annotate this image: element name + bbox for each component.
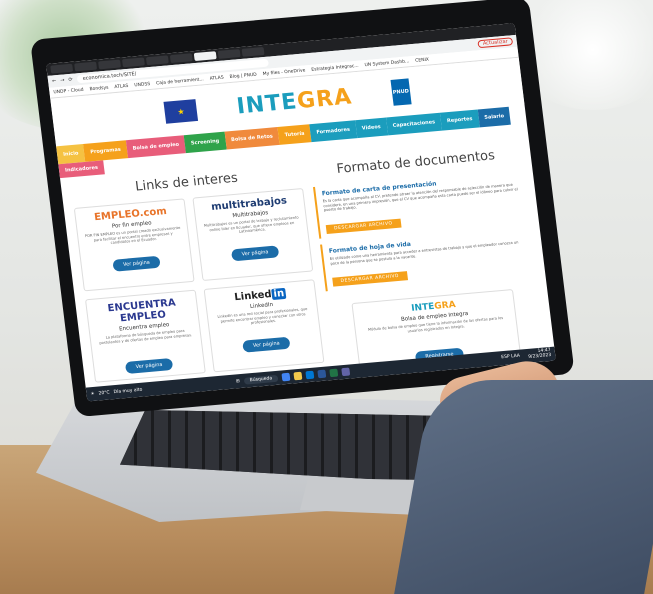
- taskbar-lang[interactable]: ESP LAA: [501, 353, 520, 361]
- ver-pagina-button[interactable]: Ver página: [125, 357, 174, 374]
- taskbar-search[interactable]: Búsqueda: [243, 374, 279, 385]
- browser-tab-active[interactable]: [193, 51, 217, 62]
- nav-item-tutor-a[interactable]: Tutoría: [277, 124, 312, 145]
- browser-tab[interactable]: [241, 46, 265, 57]
- update-button[interactable]: Actualizar: [477, 37, 514, 49]
- chrome-icon[interactable]: [281, 372, 291, 382]
- download-button[interactable]: DESCARGAR ARCHIVO: [332, 271, 408, 288]
- browser-tab[interactable]: [217, 49, 241, 59]
- bookmark-item[interactable]: Caja de herramient...: [156, 77, 204, 86]
- nav-item-videos[interactable]: Videos: [354, 117, 388, 139]
- download-button[interactable]: DESCARGAR ARCHIVO: [325, 218, 402, 235]
- laptop-screen: ← → ⟳ economica.tech/SITE/ Actualizar UN…: [46, 23, 556, 402]
- browser-tab[interactable]: [74, 61, 98, 72]
- eu-flag-icon: ★: [163, 99, 199, 124]
- documents-section: Formato de documentos Formato de carta d…: [310, 146, 545, 377]
- browser-tab[interactable]: [122, 57, 145, 68]
- weather-icon[interactable]: ☀: [90, 391, 95, 396]
- bookmark-item[interactable]: UN System Dashb...: [364, 59, 409, 68]
- excel-icon[interactable]: [329, 368, 339, 378]
- logo-main: INTE: [235, 88, 299, 119]
- bookmark-item[interactable]: UNDP - Cloud: [53, 87, 84, 95]
- weather-desc: Día muy alto: [113, 387, 143, 395]
- doc-resume: Formato de hoja de vida Es utilizado com…: [320, 226, 536, 292]
- link-card-multitrabajos: multitrabajos Multitrabajos Multitrabajo…: [192, 187, 314, 282]
- bookmark-item[interactable]: ATLAS: [209, 75, 224, 81]
- clock-date: 9/23/2023: [527, 352, 552, 360]
- link-card-porfinempleo: EMPLEO.com Por fin empleo POR FIN EMPLEO…: [73, 198, 195, 292]
- bookmark-item[interactable]: CENIX: [415, 57, 429, 63]
- weather-temp: 20°C: [98, 390, 110, 396]
- undp-label: PNUD: [392, 88, 410, 96]
- nav-item-programas[interactable]: Programas: [83, 140, 128, 162]
- browser-tab[interactable]: [98, 59, 121, 70]
- reload-icon[interactable]: ⟳: [68, 77, 73, 83]
- bookmark-item[interactable]: UNDSS: [134, 81, 150, 87]
- start-icon[interactable]: ⊞: [236, 379, 240, 384]
- nav-item-screening[interactable]: Screening: [183, 131, 227, 154]
- bolsa-logo-main: INTE: [410, 302, 436, 315]
- back-icon[interactable]: ←: [52, 78, 57, 84]
- nav-item-salario[interactable]: Salario: [477, 106, 512, 128]
- integra-logo[interactable]: INTEGRA: [235, 84, 353, 119]
- link-card-encuentraempleo: ENCUENTRA EMPLEO Encuentra empleo La pla…: [84, 289, 206, 383]
- bookmark-item[interactable]: Bondsys: [89, 85, 108, 92]
- taskbar-clock[interactable]: 14:47 9/23/2023: [527, 348, 552, 361]
- ver-pagina-button[interactable]: Ver página: [112, 255, 161, 272]
- links-section: Links de interes EMPLEO.com Por fin empl…: [71, 165, 326, 398]
- linkedin-badge: in: [270, 287, 287, 301]
- ver-pagina-button[interactable]: Ver página: [242, 336, 291, 353]
- linkedin-logo-text: Linked: [233, 289, 273, 304]
- forward-icon[interactable]: →: [60, 77, 65, 83]
- browser-tab[interactable]: [169, 53, 193, 64]
- teams-icon[interactable]: [341, 367, 351, 377]
- edge-icon[interactable]: [305, 370, 315, 380]
- bookmark-item[interactable]: Estrategia Integrac...: [311, 63, 359, 72]
- ver-pagina-button[interactable]: Ver página: [231, 245, 280, 262]
- word-icon[interactable]: [317, 369, 327, 379]
- folder-icon[interactable]: [293, 371, 303, 381]
- logo-accent: GRA: [295, 84, 354, 114]
- bookmark-item[interactable]: Blog | PNUD: [229, 72, 257, 79]
- browser-tab[interactable]: [50, 63, 74, 74]
- nav-item-reportes[interactable]: Reportes: [439, 109, 480, 131]
- link-card-linkedin: Linkedin LinkedIn LinkedIn es una red so…: [203, 279, 325, 373]
- user-arm: [394, 380, 653, 594]
- bolsa-logo-accent: GRA: [433, 300, 457, 313]
- undp-logo: PNUD: [390, 78, 412, 106]
- bookmark-item[interactable]: My files - OneDrive: [262, 68, 305, 77]
- browser-tab[interactable]: [145, 55, 169, 66]
- bookmark-item[interactable]: ATLAS: [114, 83, 129, 89]
